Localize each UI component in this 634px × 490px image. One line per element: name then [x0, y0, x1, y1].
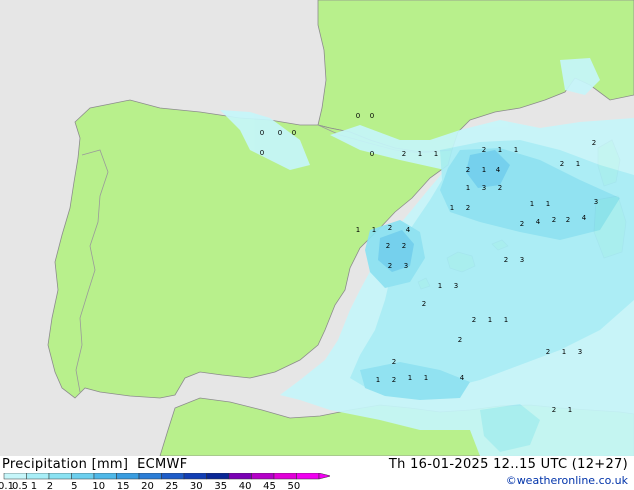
scale-label: 0.5	[12, 481, 28, 490]
map-label: 0	[278, 129, 282, 137]
scale-box	[93, 473, 117, 480]
map-label: 4	[496, 166, 501, 174]
map-label: 1	[450, 204, 454, 212]
map-label: 4	[406, 226, 411, 234]
scale-label: 30	[190, 481, 203, 490]
map-label: 2	[402, 242, 406, 250]
map-label: 2	[386, 242, 390, 250]
scale-box	[183, 473, 207, 480]
scale-label: 20	[141, 481, 154, 490]
scale-label: 25	[166, 481, 179, 490]
map-label: 2	[552, 406, 556, 414]
scale-box	[161, 473, 185, 480]
map-label: 2	[458, 336, 462, 344]
map-label: 1	[546, 200, 550, 208]
map-label: 2	[466, 166, 470, 174]
map-label: 2	[392, 376, 396, 384]
map-label: 2	[466, 204, 470, 212]
precipitation-map: 0 0 0 0 0 0 0 2 1 1 2 1 1 2 1 4 3 2 1 2 …	[0, 0, 634, 456]
map-label: 0	[260, 129, 264, 137]
map-label: 1	[376, 376, 380, 384]
map-label: 2	[520, 220, 524, 228]
scale-label: 1	[31, 481, 37, 490]
scale-box	[296, 473, 320, 480]
valid-time: Th 16-01-2025 12..15 UTC (12+27)	[388, 457, 628, 472]
map-label: 1	[488, 316, 492, 324]
scale-labels: 0.10.5 1 2 5 10 15 20 25 30 35 40 45 50	[0, 481, 300, 490]
map-label: 1	[408, 374, 412, 382]
color-scale: 0.10.5 1 2 5 10 15 20 25 30 35 40 45 50	[0, 473, 330, 490]
map-label: 2	[392, 358, 396, 366]
map-label: 2	[388, 224, 392, 232]
map-label: 1	[482, 166, 486, 174]
model-name: ECMWF	[137, 457, 188, 472]
map-label: 2	[560, 160, 564, 168]
map-label: 2	[566, 216, 570, 224]
map-label: 4	[536, 218, 541, 226]
map-label: 2	[472, 316, 476, 324]
map-label: 1	[504, 316, 508, 324]
map-label: 3	[594, 198, 598, 206]
scale-arrow	[318, 473, 330, 480]
map-label: 1	[424, 374, 428, 382]
map-label: 2	[402, 150, 406, 158]
map-label: 2	[482, 146, 486, 154]
legend-title: Precipitation [mm] ECMWF	[2, 457, 187, 472]
map-label: 4	[582, 214, 587, 222]
map-label: 0	[356, 112, 360, 120]
map-label: 2	[388, 262, 392, 270]
map-label: 2	[504, 256, 508, 264]
scale-box	[3, 473, 27, 480]
scale-label: 10	[92, 481, 105, 490]
scale-box	[71, 473, 95, 480]
map-label: 1	[418, 150, 422, 158]
map-label: 1	[568, 406, 572, 414]
map-label: 1	[562, 348, 566, 356]
map-label: 2	[552, 216, 556, 224]
map-label: 1	[356, 226, 360, 234]
scale-label: 45	[263, 481, 276, 490]
scale-box	[116, 473, 140, 480]
map-label: 0	[370, 150, 374, 158]
scale-box	[228, 473, 252, 480]
map-label: 3	[404, 262, 408, 270]
map-label: 2	[546, 348, 550, 356]
scale-label: 50	[288, 481, 301, 490]
scale-box	[138, 473, 162, 480]
scale-box	[251, 473, 275, 480]
map-label: 1	[438, 282, 442, 290]
map-label: 1	[576, 160, 580, 168]
map-label: 3	[482, 184, 486, 192]
map-label: 3	[454, 282, 458, 290]
precip-title: Precipitation [mm]	[2, 457, 129, 472]
legend-footer: Precipitation [mm] ECMWF Th 16-01-2025 1…	[0, 456, 634, 490]
map-label: 4	[460, 374, 465, 382]
map-label: 1	[434, 150, 438, 158]
map-label: 1	[372, 226, 376, 234]
scale-label: 15	[117, 481, 130, 490]
map-label: 2	[422, 300, 426, 308]
scale-box	[273, 473, 297, 480]
map-label: 3	[578, 348, 582, 356]
map-label: 2	[592, 139, 596, 147]
map-label: 3	[520, 256, 524, 264]
map-label: 0	[260, 149, 264, 157]
map-label: 1	[514, 146, 518, 154]
scale-label: 40	[239, 481, 252, 490]
scale-label: 35	[214, 481, 227, 490]
scale-box	[206, 473, 230, 480]
scale-box	[26, 473, 50, 480]
map-label: 2	[498, 184, 502, 192]
credit: ©weatheronline.co.uk	[505, 474, 628, 487]
map-label: 1	[466, 184, 470, 192]
scale-label: 2	[47, 481, 53, 490]
scale-box	[48, 473, 72, 480]
map-label: 0	[370, 112, 374, 120]
scale-label: 5	[71, 481, 77, 490]
map-label: 1	[498, 146, 502, 154]
scale-boxes	[3, 473, 330, 480]
map-label: 1	[530, 200, 534, 208]
map-label: 0	[292, 129, 296, 137]
